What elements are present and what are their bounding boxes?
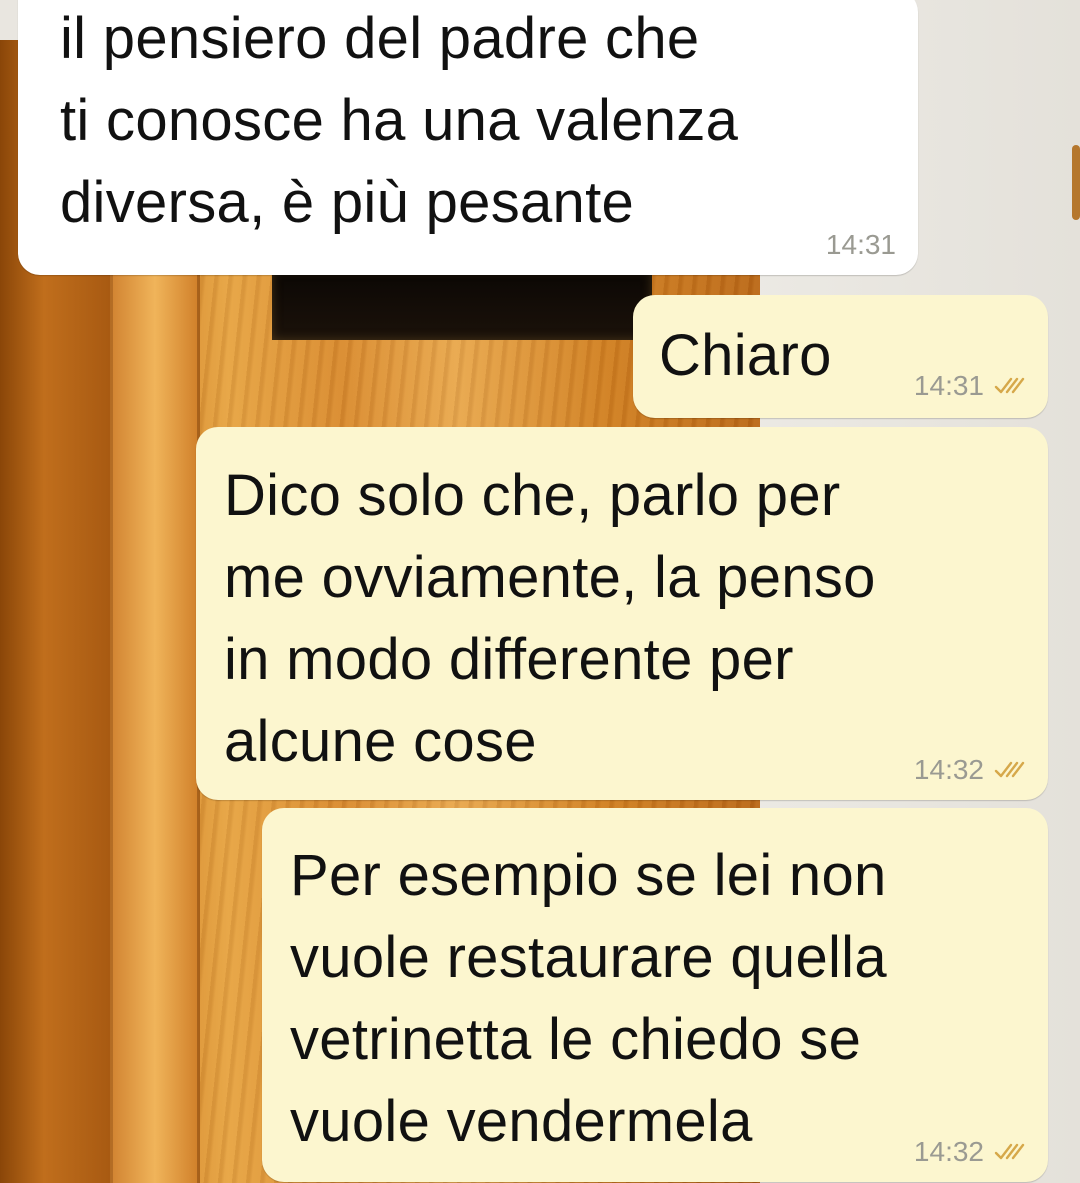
double-check-icon [994, 376, 1028, 396]
message-time: 14:32 [913, 1136, 984, 1167]
message-meta: 14:32 [914, 1136, 1028, 1168]
double-check-icon [994, 760, 1028, 780]
incoming-message-bubble[interactable]: il pensiero del padre che ti conosce ha … [18, 0, 918, 275]
message-meta: 14:32 [914, 754, 1028, 786]
message-text: Chiaro [659, 323, 832, 388]
message-time: 14:31 [825, 229, 896, 260]
wallpaper-cabinet-panel [272, 270, 652, 340]
message-text: Per esempio se lei non vuole restaurare … [290, 843, 887, 1154]
outgoing-message-bubble[interactable]: Dico solo che, parlo per me ovviamente, … [196, 427, 1048, 800]
message-meta: 14:31 [826, 229, 896, 261]
double-check-icon [994, 1142, 1028, 1162]
wallpaper-cabinet-stile [110, 270, 200, 1183]
message-time: 14:32 [913, 754, 984, 785]
outgoing-message-bubble[interactable]: Per esempio se lei non vuole restaurare … [262, 808, 1048, 1182]
message-text: Dico solo che, parlo per me ovviamente, … [224, 463, 876, 774]
message-time: 14:31 [913, 370, 984, 401]
outgoing-message-bubble[interactable]: Chiaro 14:31 [633, 295, 1048, 418]
message-text: il pensiero del padre che ti conosce ha … [60, 6, 739, 235]
message-meta: 14:31 [914, 370, 1028, 402]
wallpaper-cabinet-edge [1072, 145, 1080, 220]
